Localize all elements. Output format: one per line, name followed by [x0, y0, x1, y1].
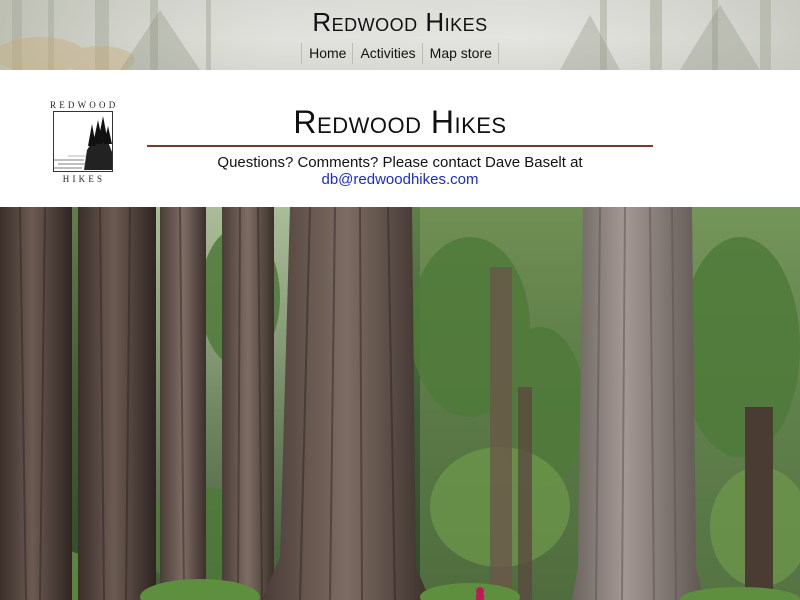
- banner-title: Redwood Hikes: [312, 7, 488, 37]
- redwood-forest-photo-icon: [0, 207, 800, 600]
- logo-bottom-text: HIKES: [62, 174, 106, 184]
- title-divider: [147, 145, 653, 147]
- nav-link-activities[interactable]: Activities: [352, 43, 421, 64]
- page-title: Redwood Hikes: [293, 104, 507, 140]
- top-banner: Redwood Hikes Home Activities Map store: [0, 0, 800, 70]
- site-header: REDWOOD HIKES Redwood Hikes Questions? C…: [0, 70, 800, 207]
- contact-text-block: Questions? Comments? Please contact Dave…: [148, 154, 652, 188]
- hero-redwood-forest-image: [0, 207, 800, 600]
- contact-text: Questions? Comments? Please contact Dave…: [217, 154, 583, 171]
- top-nav: Home Activities Map store: [0, 43, 800, 64]
- nav-link-home[interactable]: Home: [301, 43, 352, 64]
- contact-email-link[interactable]: db@redwoodhikes.com: [322, 171, 479, 188]
- site-logo[interactable]: REDWOOD HIKES: [50, 100, 118, 186]
- nav-link-map-store[interactable]: Map store: [421, 43, 499, 64]
- logo-island-trees-icon: [53, 111, 113, 172]
- logo-top-text: REDWOOD: [50, 100, 119, 110]
